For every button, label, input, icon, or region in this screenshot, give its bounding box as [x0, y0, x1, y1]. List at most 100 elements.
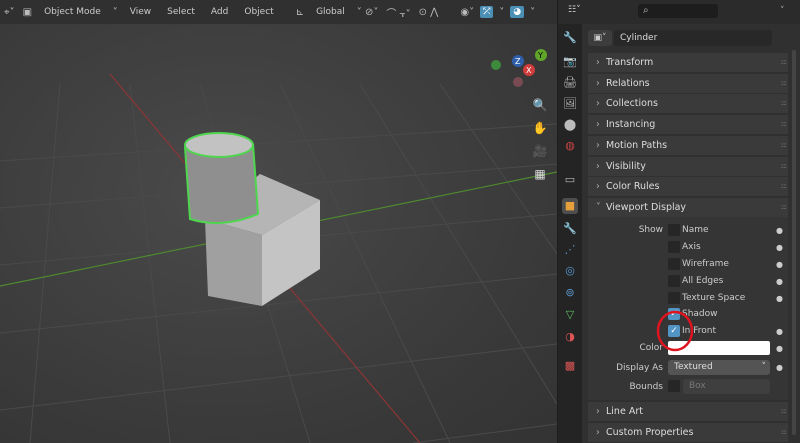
chevron-down-icon[interactable]: ˅	[495, 7, 508, 18]
material-icon[interactable]: ◑	[562, 329, 578, 345]
chevron-right-icon: ›	[596, 181, 600, 192]
collection-icon[interactable]: ▭	[562, 172, 578, 188]
scene: Z Y X	[0, 49, 557, 443]
object-icon[interactable]: ■	[562, 198, 578, 214]
physics-icon[interactable]: ◎	[562, 263, 578, 279]
chevron-right-icon: ›	[596, 119, 600, 130]
drag-handle-icon[interactable]: ::::	[781, 74, 788, 93]
bounds-type-dropdown[interactable]: Box	[683, 379, 770, 394]
drag-handle-icon[interactable]: ::::	[781, 53, 788, 72]
chevron-right-icon: ›	[596, 427, 600, 438]
navigation-gizmo: Z Y X	[491, 49, 547, 87]
drag-handle-icon[interactable]: ::::	[781, 198, 788, 217]
search-input[interactable]: ⌕	[638, 4, 718, 18]
display-as-dropdown[interactable]: Textured ˅	[668, 360, 770, 375]
drag-handle-icon[interactable]: ::::	[781, 402, 788, 421]
keyframe-dot-icon[interactable]: ●	[776, 277, 783, 286]
keyframe-dot-icon[interactable]: ●	[776, 226, 783, 235]
overlay-toggle-icon[interactable]: ◕	[510, 6, 525, 18]
drag-handle-icon[interactable]: ::::	[781, 136, 788, 155]
keyframe-dot-icon[interactable]: ●	[776, 243, 783, 252]
name-checkbox[interactable]	[668, 224, 680, 236]
properties-tabs: 🔧 📷 🖨 🖼 ⬤ ◍ ▭ ■ 🔧 ⋰ ◎ ⊚ ▽ ◑ ▩	[558, 24, 582, 443]
panel-viewport-display[interactable]: ˅ Viewport Display::::	[588, 198, 788, 217]
scrollbar[interactable]	[792, 50, 796, 435]
modifier-wrench-icon[interactable]: 🔧	[562, 221, 578, 237]
panel-line-art[interactable]: › Line Art::::	[588, 402, 788, 421]
zoom-icon[interactable]: 🔍	[531, 96, 549, 114]
panel-visibility[interactable]: › Visibility::::	[588, 157, 788, 176]
menu-view[interactable]: View	[122, 7, 159, 17]
chevron-right-icon: ›	[596, 406, 600, 417]
menu-select[interactable]: Select	[159, 7, 203, 17]
chevron-right-icon: ›	[596, 161, 600, 172]
menu-object[interactable]: Object	[236, 7, 281, 17]
proportional-edit-icon[interactable]: ⊙ ⋀	[415, 7, 443, 18]
data-icon[interactable]: ▽	[562, 307, 578, 323]
drag-handle-icon[interactable]: ::::	[781, 115, 788, 134]
panel-color-rules[interactable]: › Color Rules::::	[588, 177, 788, 196]
tool-icon[interactable]: 🔧	[562, 30, 578, 46]
checkbox-label: Wireframe	[682, 259, 729, 269]
chevron-down-icon[interactable]: ˅	[109, 7, 122, 18]
keyframe-dot-icon[interactable]: ●	[776, 260, 783, 269]
chevron-down-icon: ˅	[761, 362, 767, 372]
texture-icon[interactable]: ▩	[562, 358, 578, 374]
bounds-checkbox[interactable]	[668, 380, 680, 392]
visibility-icon[interactable]: ◉˅	[456, 7, 478, 18]
chevron-right-icon: ›	[596, 78, 600, 89]
editor-type-icon[interactable]: ☷˅	[568, 5, 581, 15]
scene-icon[interactable]: ⬤	[562, 117, 578, 133]
axis-checkbox[interactable]	[668, 241, 680, 253]
keyframe-dot-icon[interactable]: ●	[776, 344, 783, 353]
wireframe-checkbox[interactable]	[668, 258, 680, 270]
drag-handle-icon[interactable]: ::::	[781, 94, 788, 113]
chevron-down-icon[interactable]: ˅	[780, 6, 785, 16]
constraints-icon[interactable]: ⊚	[562, 285, 578, 301]
snap-icon[interactable]: ⌒ ⫟˅	[382, 5, 414, 20]
transform-orientation-icon: ⊾	[295, 6, 305, 18]
keyframe-dot-icon[interactable]: ●	[776, 294, 783, 303]
cylinder	[184, 132, 260, 224]
panel-motion-paths[interactable]: › Motion Paths::::	[588, 136, 788, 155]
svg-text:Y: Y	[537, 51, 543, 60]
mode-select[interactable]: Object Mode	[36, 7, 109, 17]
panel-relations[interactable]: › Relations::::	[588, 74, 788, 93]
chevron-down-icon[interactable]: ˅	[526, 7, 539, 18]
chevron-down-icon: ˅	[596, 202, 601, 213]
keyframe-dot-icon[interactable]: ●	[776, 327, 783, 336]
3d-viewport[interactable]: Z Y X 🔍 ✋ 🎥 ▦	[0, 24, 557, 443]
render-icon[interactable]: 📷	[562, 54, 578, 70]
texture-space-checkbox[interactable]	[668, 292, 680, 304]
panel-transform[interactable]: › Transform::::	[588, 53, 788, 72]
grid-icon[interactable]: ▦	[531, 165, 549, 183]
drag-handle-icon[interactable]: ::::	[781, 423, 788, 442]
panel-collections[interactable]: › Collections::::	[588, 94, 788, 113]
particles-icon[interactable]: ⋰	[562, 242, 578, 258]
panel-custom-properties[interactable]: › Custom Properties::::	[588, 423, 788, 442]
view-layer-icon[interactable]: 🖼	[562, 96, 578, 112]
world-icon[interactable]: ◍	[562, 138, 578, 154]
bounds-label: Bounds	[629, 382, 664, 392]
checkbox-label: Name	[682, 225, 709, 235]
output-icon[interactable]: 🖨	[562, 75, 578, 91]
chevron-right-icon: ›	[596, 98, 600, 109]
editor-type-icon[interactable]: ⌖˅	[0, 7, 19, 18]
viewport-header: ⌖˅ ▣ Object Mode ˅ View Select Add Objec…	[0, 0, 557, 24]
keyframe-dot-icon[interactable]: ●	[776, 363, 783, 372]
all-edges-checkbox[interactable]	[668, 275, 680, 287]
gizmo-toggle-icon[interactable]: ⤱	[480, 6, 494, 18]
object-name-field[interactable]: Cylinder	[614, 30, 772, 46]
drag-handle-icon[interactable]: ::::	[781, 177, 788, 196]
hand-icon[interactable]: ✋	[531, 119, 549, 137]
menu-add[interactable]: Add	[203, 7, 236, 17]
checkbox-label: All Edges	[682, 276, 724, 286]
object-type-dropdown[interactable]: ▣˅	[588, 30, 612, 46]
chevron-right-icon: ›	[596, 140, 600, 151]
camera-icon[interactable]: 🎥	[531, 142, 549, 160]
object-mode-icon: ▣	[22, 6, 33, 18]
drag-handle-icon[interactable]: ::::	[781, 157, 788, 176]
pivot-icon[interactable]: ˅ ⊘˅	[353, 7, 383, 18]
orientation-select[interactable]: Global	[308, 7, 353, 17]
panel-instancing[interactable]: › Instancing::::	[588, 115, 788, 134]
